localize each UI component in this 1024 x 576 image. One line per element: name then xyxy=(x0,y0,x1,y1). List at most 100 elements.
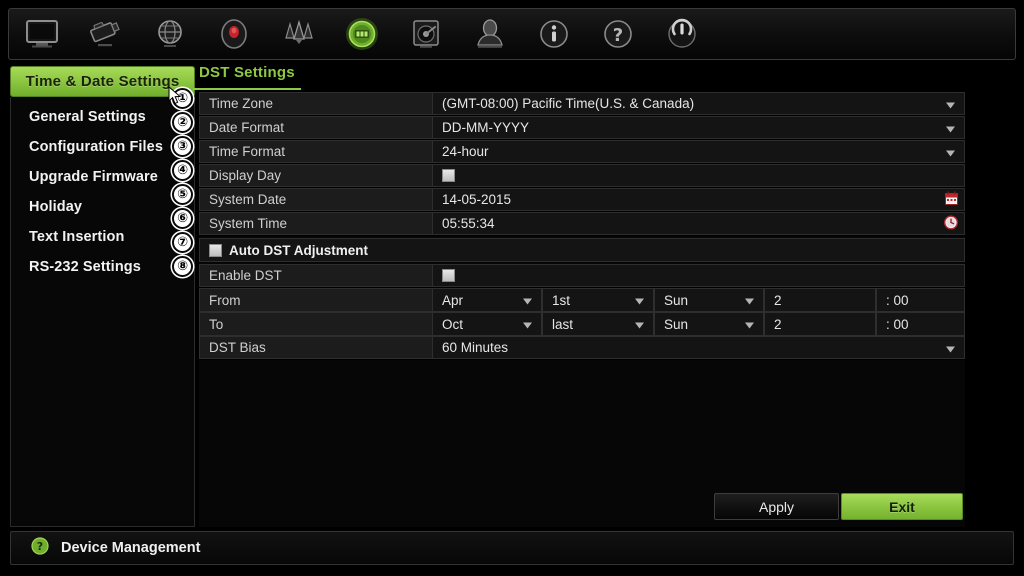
time-zone-value: (GMT-08:00) Pacific Time(U.S. & Canada) xyxy=(442,96,695,111)
chevron-down-icon xyxy=(635,317,644,332)
apply-button[interactable]: Apply xyxy=(714,493,839,520)
chevron-down-icon xyxy=(745,317,754,332)
tab-dst-settings[interactable]: DST Settings xyxy=(193,64,301,90)
dst-from-minute-input[interactable]: : 00 xyxy=(876,288,965,312)
display-day-checkbox-cell[interactable] xyxy=(432,164,965,187)
help-circle-icon[interactable]: ? xyxy=(31,536,49,560)
date-format-select[interactable]: DD-MM-YYYY xyxy=(432,116,965,139)
display-day-checkbox[interactable] xyxy=(442,169,455,182)
callout-badge-3: ③ xyxy=(172,136,193,157)
field-row-dst-bias: DST Bias 60 Minutes xyxy=(199,336,965,360)
time-format-value: 24-hour xyxy=(442,144,489,159)
sidebar-item-rs-232-settings[interactable]: RS-232 Settings xyxy=(11,252,194,282)
auto-dst-adjustment-label: Auto DST Adjustment xyxy=(229,242,368,258)
sidebar-item-holiday[interactable]: Holiday xyxy=(11,192,194,222)
sidebar-item-general-settings[interactable]: General Settings xyxy=(11,102,194,132)
power-icon[interactable] xyxy=(663,15,701,53)
auto-dst-adjustment-row[interactable]: Auto DST Adjustment xyxy=(199,238,965,262)
help-icon[interactable]: ? xyxy=(599,15,637,53)
dst-from-label: From xyxy=(199,288,432,312)
auto-dst-adjustment-checkbox[interactable] xyxy=(209,243,222,257)
record-icon[interactable] xyxy=(215,15,253,53)
field-row-date-format: Date Format DD-MM-YYYY xyxy=(199,116,965,140)
dvr-config-screen: ? Time & Date Settings DST Settings Gene… xyxy=(0,0,1024,576)
field-row-time-format: Time Format 24-hour xyxy=(199,140,965,164)
sidebar-item-configuration-files[interactable]: Configuration Files xyxy=(11,132,194,162)
chevron-down-icon xyxy=(946,96,955,111)
sidebar-item-label: RS-232 Settings xyxy=(29,259,141,275)
dst-to-weekday-select[interactable]: Sun xyxy=(654,312,764,336)
dst-to-label: To xyxy=(199,312,432,336)
main-toolbar: ? xyxy=(8,8,1016,60)
dst-from-week-select[interactable]: 1st xyxy=(542,288,654,312)
dst-from-weekday-value: Sun xyxy=(664,292,689,308)
chevron-down-icon xyxy=(523,293,532,308)
dst-from-month-select[interactable]: Apr xyxy=(432,288,542,312)
sidebar-item-label: Holiday xyxy=(29,199,83,215)
monitor-icon[interactable] xyxy=(23,15,61,53)
system-date-field[interactable]: 14-05-2015 xyxy=(432,188,965,211)
field-row-dst-to: To Oct last Sun 2: 00 xyxy=(199,312,965,336)
chevron-down-icon xyxy=(523,317,532,332)
tab-time-and-date-settings[interactable]: Time & Date Settings xyxy=(10,66,195,97)
network-icon[interactable] xyxy=(151,15,189,53)
callout-badge-4: ④ xyxy=(172,160,193,181)
clock-icon[interactable] xyxy=(943,214,959,232)
time-format-label: Time Format xyxy=(199,140,432,163)
field-row-system-date: System Date 14-05-2015 xyxy=(199,188,965,212)
callout-badge-7: ⑦ xyxy=(172,232,193,253)
dst-to-hour-input[interactable]: 2 xyxy=(764,312,876,336)
system-time-field[interactable]: 05:55:34 xyxy=(432,212,965,235)
callout-badges: ① ② ③ ④ ⑤ ⑥ ⑦ ⑧ xyxy=(172,88,198,280)
sidebar-item-label: General Settings xyxy=(29,109,146,125)
hdd-icon[interactable] xyxy=(407,15,445,53)
user-icon[interactable] xyxy=(471,15,509,53)
svg-text:?: ? xyxy=(37,540,43,553)
dst-bias-select[interactable]: 60 Minutes xyxy=(432,336,965,359)
chevron-down-icon xyxy=(745,293,754,308)
system-date-label: System Date xyxy=(199,188,432,211)
field-row-time-zone: Time Zone (GMT-08:00) Pacific Time(U.S. … xyxy=(199,92,965,116)
system-time-value: 05:55:34 xyxy=(442,216,495,231)
settings-sidebar: General Settings Configuration Files Upg… xyxy=(10,97,195,527)
callout-badge-5: ⑤ xyxy=(172,184,193,205)
info-icon[interactable] xyxy=(535,15,573,53)
chevron-down-icon xyxy=(635,293,644,308)
sidebar-item-text-insertion[interactable]: Text Insertion xyxy=(11,222,194,252)
dst-from-weekday-select[interactable]: Sun xyxy=(654,288,764,312)
dst-to-week-select[interactable]: last xyxy=(542,312,654,336)
time-zone-label: Time Zone xyxy=(199,92,432,115)
exit-button[interactable]: Exit xyxy=(841,493,963,520)
settings-form-panel: Time Zone (GMT-08:00) Pacific Time(U.S. … xyxy=(199,92,965,527)
sidebar-item-upgrade-firmware[interactable]: Upgrade Firmware xyxy=(11,162,194,192)
field-row-system-time: System Time 05:55:34 xyxy=(199,212,965,236)
sidebar-item-label: Configuration Files xyxy=(29,139,164,155)
chevron-down-icon xyxy=(946,144,955,159)
chevron-down-icon xyxy=(946,340,955,355)
time-format-select[interactable]: 24-hour xyxy=(432,140,965,163)
dst-bias-label: DST Bias xyxy=(199,336,432,359)
enable-dst-checkbox[interactable] xyxy=(442,269,455,282)
callout-badge-6: ⑥ xyxy=(172,208,193,229)
alarm-icon[interactable] xyxy=(279,15,317,53)
camera-icon[interactable] xyxy=(87,15,125,53)
dst-to-minute-input[interactable]: : 00 xyxy=(876,312,965,336)
callout-badge-8: ⑧ xyxy=(172,256,193,277)
enable-dst-checkbox-cell[interactable] xyxy=(432,264,965,287)
dst-from-minute-value: : 00 xyxy=(886,292,909,308)
field-row-enable-dst: Enable DST xyxy=(199,264,965,288)
sidebar-item-label: Upgrade Firmware xyxy=(29,169,158,185)
field-row-display-day: Display Day xyxy=(199,164,965,188)
dst-to-minute-value: : 00 xyxy=(886,316,909,332)
display-day-label: Display Day xyxy=(199,164,432,187)
date-format-label: Date Format xyxy=(199,116,432,139)
dst-from-hour-input[interactable]: 2 xyxy=(764,288,876,312)
time-zone-select[interactable]: (GMT-08:00) Pacific Time(U.S. & Canada) xyxy=(432,92,965,115)
calendar-icon[interactable] xyxy=(945,191,958,208)
dst-to-week-value: last xyxy=(552,316,574,332)
system-config-icon[interactable] xyxy=(343,15,381,53)
callout-badge-1: ① xyxy=(172,88,193,109)
dst-to-month-select[interactable]: Oct xyxy=(432,312,542,336)
status-bar-text: Device Management xyxy=(61,540,201,556)
dst-to-weekday-value: Sun xyxy=(664,316,689,332)
